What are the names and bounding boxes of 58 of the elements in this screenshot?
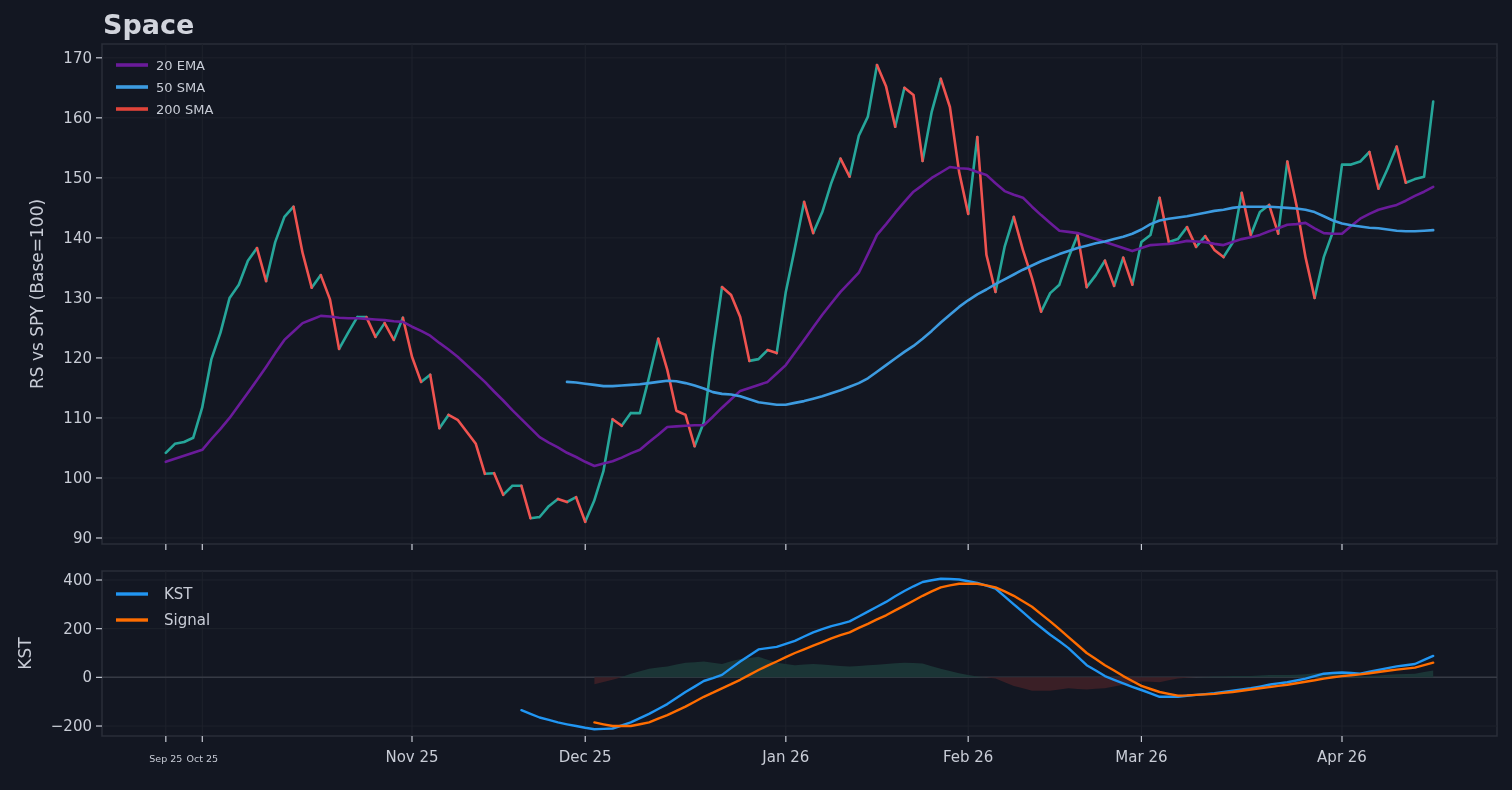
y-tick-label: 160 — [63, 108, 92, 127]
x-tick-mark — [1341, 735, 1343, 743]
x-tick-mark — [584, 543, 586, 551]
y-axis-label: KST — [15, 637, 35, 670]
legend-label: KST — [164, 585, 193, 603]
x-tick-mark — [411, 543, 413, 551]
x-tick-mark — [785, 735, 787, 743]
y-tick-label: −200 — [50, 717, 92, 735]
y-tick-mark — [95, 357, 103, 359]
x-tick-mark — [165, 735, 167, 743]
legend-label: 20 EMA — [156, 58, 205, 73]
y-tick-mark — [95, 57, 103, 59]
x-tick-label: Feb 26 — [942, 748, 994, 766]
y-tick-mark — [95, 725, 103, 727]
y-tick-label: 0 — [82, 668, 92, 687]
legend-label: 200 SMA — [156, 102, 214, 117]
x-tick-mark — [967, 543, 969, 551]
x-tick-mark — [1140, 543, 1142, 551]
y-tick-mark — [95, 628, 103, 630]
y-tick-mark — [95, 117, 103, 119]
x-tick-label: Jan 26 — [762, 748, 810, 766]
x-tick-mark — [785, 543, 787, 551]
x-tick-mark — [1140, 735, 1142, 743]
y-tick-mark — [95, 177, 103, 179]
x-tick-label: Mar 26 — [1115, 748, 1168, 766]
y-axis-label: RS vs SPY (Base=100) — [27, 198, 47, 390]
x-tick-mark — [584, 735, 586, 743]
chart-title: Space — [103, 8, 195, 42]
x-tick-mark — [165, 543, 167, 551]
y-tick-label: 100 — [63, 468, 92, 487]
y-tick-label: 200 — [63, 619, 92, 638]
y-tick-label: 170 — [63, 48, 92, 67]
y-tick-mark — [95, 477, 103, 479]
y-tick-label: 400 — [63, 571, 92, 589]
y-tick-label: 150 — [63, 168, 92, 187]
y-tick-mark — [95, 537, 103, 539]
x-tick-mark — [201, 543, 203, 551]
x-tick-mark — [967, 735, 969, 743]
y-tick-label: 140 — [63, 228, 92, 247]
y-tick-mark — [95, 676, 103, 678]
x-tick-label: Dec 25 — [558, 748, 612, 766]
y-tick-mark — [95, 417, 103, 419]
x-tick-label: Apr 26 — [1317, 748, 1367, 766]
y-tick-label: 130 — [63, 288, 92, 307]
y-tick-mark — [95, 297, 103, 299]
x-tick-label: Oct 25 — [186, 753, 219, 764]
x-tick-mark — [201, 735, 203, 743]
x-tick-mark — [411, 735, 413, 743]
legend-label: 50 SMA — [156, 80, 206, 95]
x-tick-label: Nov 25 — [385, 748, 439, 766]
x-tick-mark — [1341, 543, 1343, 551]
y-tick-mark — [95, 237, 103, 239]
legend-label: Signal — [164, 611, 211, 629]
y-tick-label: 90 — [72, 529, 92, 547]
y-tick-mark — [95, 579, 103, 581]
y-tick-label: 110 — [63, 408, 92, 427]
y-tick-label: 120 — [63, 348, 92, 367]
x-tick-label: Sep 25 — [149, 753, 183, 764]
